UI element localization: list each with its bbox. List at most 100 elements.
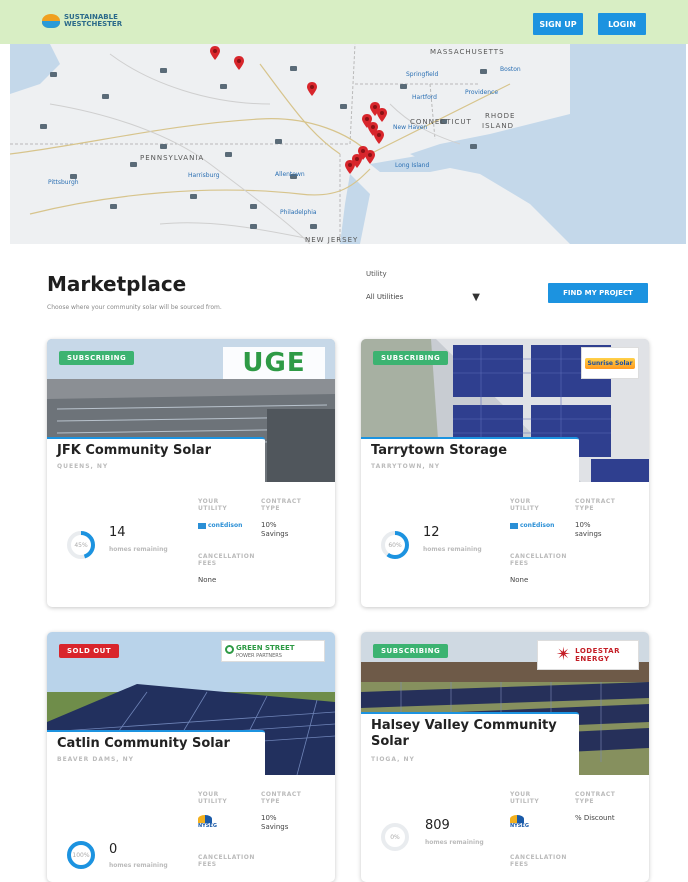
project-map[interactable]: MASSACHUSETTS CONNECTICUT RHODE ISLAND P… — [10, 44, 686, 244]
marketplace-title: Marketplace — [47, 272, 187, 296]
project-location: QUEENS, NY — [57, 463, 109, 470]
project-card[interactable]: SUBSCRIBING Sunrise Solar Tarrytown Stor… — [361, 339, 649, 607]
map-pin-icon[interactable] — [365, 150, 375, 164]
your-utility-label: YOUR UTILITY — [198, 791, 228, 805]
map-label-massachusetts: MASSACHUSETTS — [430, 48, 505, 56]
your-utility-label: YOUR UTILITY — [510, 498, 540, 512]
project-location: TIOGA, NY — [371, 756, 415, 763]
map-label-new-jersey: NEW JERSEY — [305, 236, 359, 244]
utility-filter-label: Utility — [366, 270, 387, 278]
cancellation-fees-label: CANCELLATION FEES — [198, 854, 255, 868]
brand-tagline: POWER PARTNERS — [236, 652, 282, 659]
map-pin-icon[interactable] — [374, 130, 384, 144]
contract-type-label: CONTRACT TYPE — [261, 791, 302, 805]
dropdown-arrow-icon: ▼ — [472, 291, 480, 303]
project-location: BEAVER DAMS, NY — [57, 756, 135, 763]
logo-text-line2: WESTCHESTER — [64, 20, 123, 28]
marketplace-subtitle: Choose where your community solar will b… — [47, 304, 222, 311]
status-badge: SUBSCRIBING — [373, 351, 449, 365]
progress-percent: 0% — [390, 833, 400, 841]
contract-type-value: 10% savings — [575, 521, 602, 538]
project-card[interactable]: SUBSCRIBING UGE JFK Community Solar QUEE… — [47, 339, 335, 607]
cancellation-fees-label: CANCELLATION FEES — [510, 854, 567, 868]
contract-type-label: CONTRACT TYPE — [575, 791, 616, 805]
map-pin-icon[interactable] — [307, 82, 317, 96]
contract-type-value: 10% Savings — [261, 814, 289, 831]
utility-select[interactable]: All Utilities ▼ — [366, 290, 480, 304]
cancellation-fees-value: None — [198, 576, 217, 584]
brand-name: LODESTAR — [575, 647, 620, 655]
map-label-rhode-island-2: ISLAND — [482, 122, 514, 130]
homes-remaining-label: homes remaining — [109, 546, 168, 553]
developer-logo: ✴ LODESTAR ENERGY — [537, 640, 639, 670]
homes-remaining-count: 0 — [109, 842, 118, 857]
nyseg-icon — [198, 815, 212, 823]
your-utility-label: YOUR UTILITY — [198, 498, 228, 512]
map-pin-icon[interactable] — [234, 56, 244, 70]
utility-logo: conEdison — [198, 522, 242, 529]
cancellation-fees-label: CANCELLATION FEES — [198, 553, 255, 567]
progress-percent: 60% — [388, 541, 402, 549]
map-city-boston: Boston — [500, 66, 521, 73]
map-pin-icon[interactable] — [345, 160, 355, 174]
nyseg-icon — [510, 815, 524, 823]
developer-logo: Sunrise Solar — [581, 347, 639, 379]
project-location: TARRYTOWN, NY — [371, 463, 441, 470]
homes-remaining-count: 809 — [425, 818, 450, 833]
brand-name: GREEN STREET — [236, 643, 295, 652]
project-card[interactable]: SUBSCRIBING ✴ LODESTAR ENERGY Halsey Val… — [361, 632, 649, 882]
homes-remaining-count: 12 — [423, 525, 440, 540]
developer-logo: UGE — [223, 347, 325, 379]
contract-type-value: 10% Savings — [261, 521, 289, 538]
cancellation-fees-value: None — [510, 576, 529, 584]
homes-remaining-count: 14 — [109, 525, 126, 540]
utility-select-value: All Utilities — [366, 293, 404, 301]
uge-logo-text: UGE — [242, 348, 306, 378]
green-street-logo-icon — [225, 645, 234, 654]
map-pin-icon[interactable] — [210, 46, 220, 60]
progress-percent: 45% — [74, 541, 88, 549]
map-city-new-haven: New Haven — [393, 124, 428, 131]
map-city-long-island: Long Island — [395, 162, 430, 169]
utility-logo: conEdison — [510, 522, 554, 529]
map-city-pittsburgh: Pittsburgh — [48, 179, 79, 186]
map-background — [10, 44, 686, 244]
your-utility-label: YOUR UTILITY — [510, 791, 540, 805]
homes-remaining-label: homes remaining — [109, 862, 168, 869]
contract-type-value: % Discount — [575, 814, 615, 822]
developer-logo: GREEN STREET POWER PARTNERS — [221, 640, 325, 662]
sign-up-button[interactable]: SIGN UP — [533, 13, 583, 35]
con-edison-icon — [510, 522, 518, 529]
map-label-rhode-island-1: RHODE — [485, 112, 516, 120]
utility-logo: NYSEG — [198, 815, 217, 829]
map-city-allentown: Allentown — [275, 171, 305, 178]
sustainable-westchester-logo[interactable]: SUSTAINABLE WESTCHESTER — [42, 14, 124, 28]
progress-percent: 100% — [72, 851, 90, 859]
contract-type-label: CONTRACT TYPE — [261, 498, 302, 512]
brand-tagline: ENERGY — [575, 655, 610, 663]
top-header: SUSTAINABLE WESTCHESTER SIGN UP LOGIN — [0, 0, 688, 44]
logo-mark-icon — [42, 14, 60, 28]
project-name[interactable]: JFK Community Solar — [57, 443, 211, 459]
homes-remaining-label: homes remaining — [425, 839, 484, 846]
map-city-philadelphia: Philadelphia — [280, 209, 317, 216]
map-label-pennsylvania: PENNSYLVANIA — [140, 154, 205, 162]
status-badge: SUBSCRIBING — [373, 644, 449, 658]
utility-logo: NYSEG — [510, 815, 529, 829]
login-button[interactable]: LOGIN — [598, 13, 646, 35]
map-city-harrisburg: Harrisburg — [188, 172, 220, 179]
map-city-springfield: Springfield — [406, 71, 439, 78]
find-my-project-button[interactable]: FIND MY PROJECT — [548, 283, 648, 303]
homes-remaining-label: homes remaining — [423, 546, 482, 553]
project-name[interactable]: Tarrytown Storage — [371, 443, 507, 459]
project-card[interactable]: SOLD OUT GREEN STREET POWER PARTNERS Cat… — [47, 632, 335, 882]
project-name[interactable]: Catlin Community Solar — [57, 736, 230, 752]
status-badge: SOLD OUT — [59, 644, 120, 658]
contract-type-label: CONTRACT TYPE — [575, 498, 616, 512]
project-name[interactable]: Halsey Valley Community Solar — [371, 718, 557, 750]
map-pin-icon[interactable] — [377, 108, 387, 122]
con-edison-icon — [198, 522, 206, 529]
sunrise-solar-logo-text: Sunrise Solar — [585, 357, 635, 369]
map-city-providence: Providence — [465, 89, 499, 96]
map-city-hartford: Hartford — [412, 94, 437, 101]
